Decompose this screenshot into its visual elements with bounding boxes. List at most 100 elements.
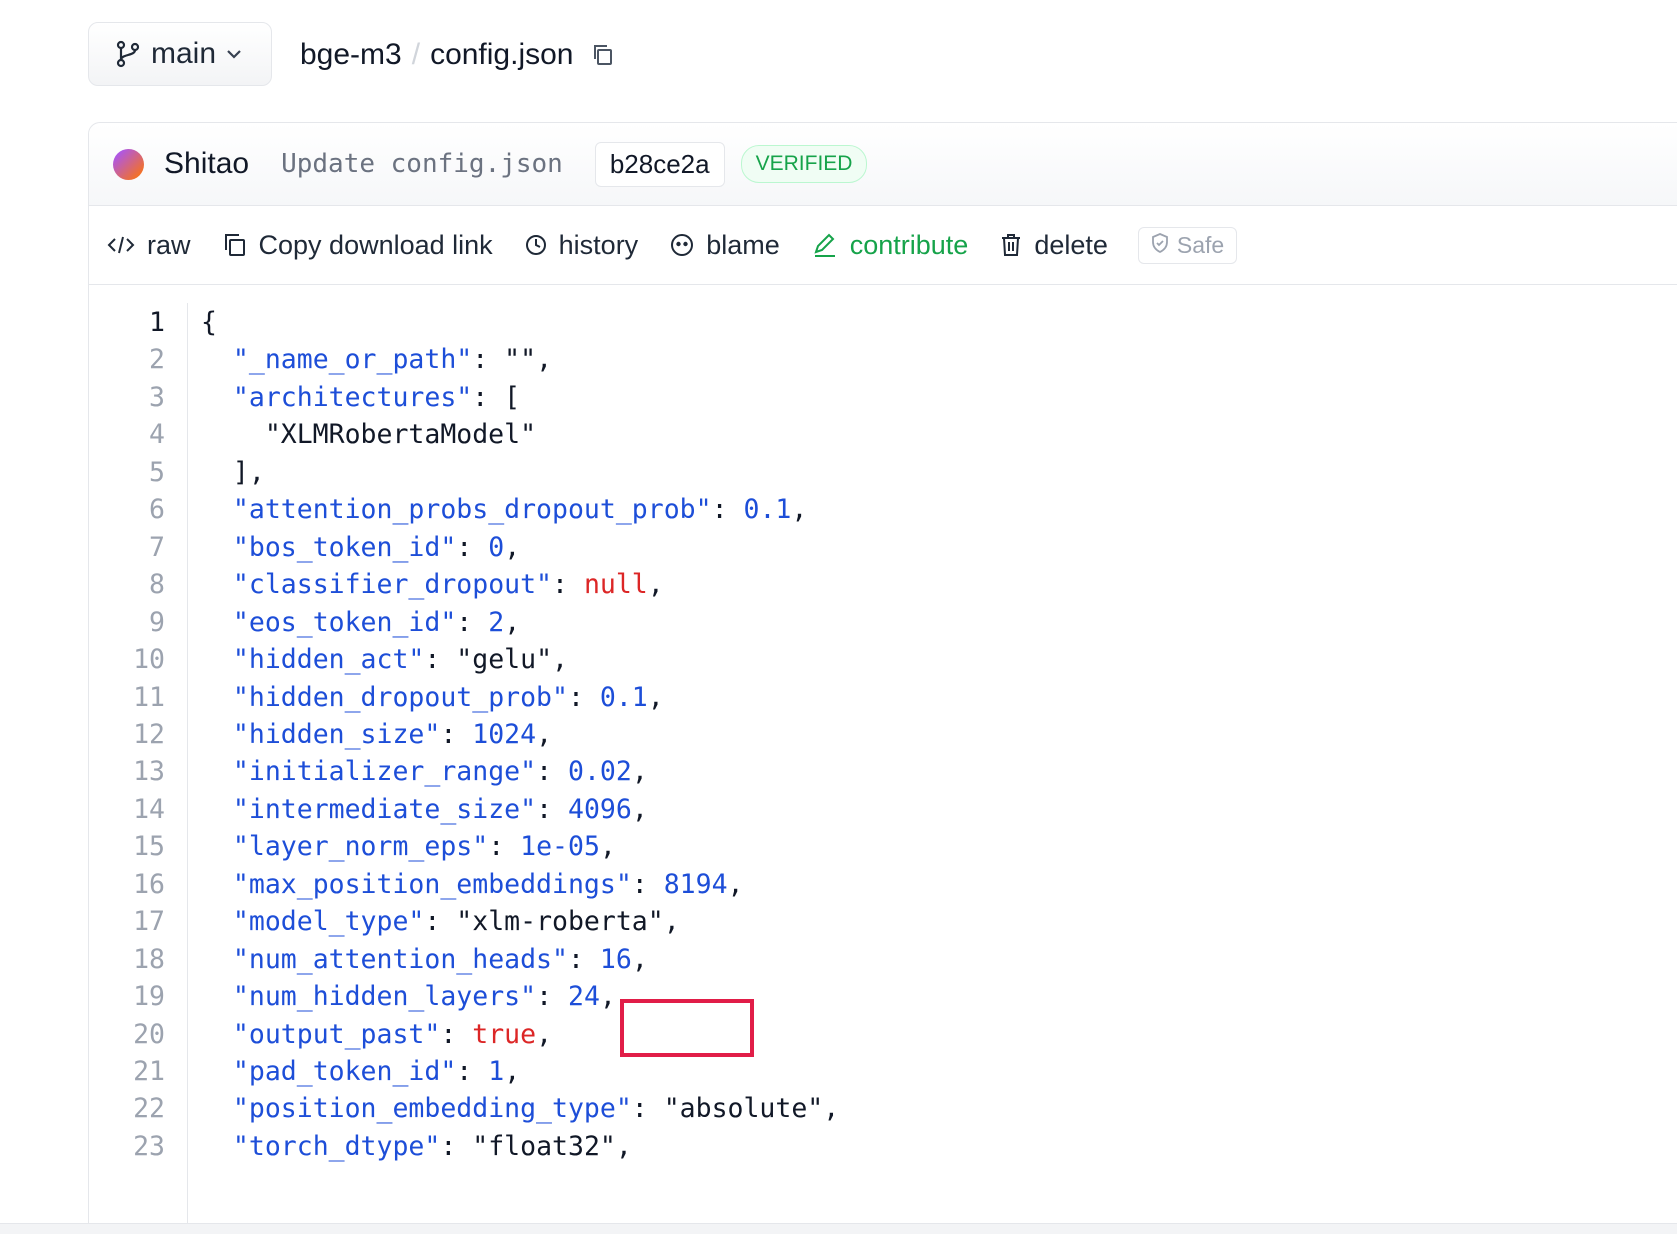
code-line: 15 "layer_norm_eps": 1e-05, — [89, 827, 1677, 867]
raw-button[interactable]: raw — [107, 230, 191, 261]
line-number[interactable]: 3 — [89, 378, 165, 418]
code-line: 1{ — [89, 303, 1677, 343]
code-text: "eos_token_id": 2, — [232, 606, 521, 638]
line-number[interactable]: 23 — [89, 1127, 165, 1167]
code-text: "bos_token_id": 0, — [232, 531, 521, 563]
code-line: 8 "classifier_dropout": null, — [89, 565, 1677, 605]
code-text: "pad_token_id": 1, — [232, 1056, 521, 1087]
copy-download-link-button[interactable]: Copy download link — [223, 230, 493, 261]
code-text: "initializer_range": 0.02, — [232, 756, 648, 788]
code-line: 17 "model_type": "xlm-roberta", — [89, 902, 1677, 942]
safe-badge[interactable]: Safe — [1137, 226, 1238, 264]
git-branch-icon — [115, 40, 141, 68]
blame-button[interactable]: blame — [670, 230, 780, 261]
line-number[interactable]: 8 — [89, 565, 165, 605]
commit-hash[interactable]: b28ce2a — [594, 141, 725, 187]
avatar[interactable] — [113, 148, 144, 180]
code-line: 10 "hidden_act": "gelu", — [89, 640, 1677, 680]
delete-button[interactable]: delete — [1000, 230, 1108, 261]
breadcrumb: bge-m3 / config.json — [300, 30, 614, 80]
raw-label: raw — [147, 229, 191, 260]
code-line: 16 "max_position_embeddings": 8194, — [89, 865, 1677, 905]
file-toolbar: raw Copy download link history blame con… — [89, 206, 1677, 285]
copy-icon[interactable] — [592, 43, 614, 67]
line-number[interactable]: 6 — [89, 490, 165, 530]
line-number[interactable]: 7 — [89, 528, 165, 568]
history-button[interactable]: history — [525, 229, 639, 261]
code-line: 21 "pad_token_id": 1, — [89, 1052, 1677, 1092]
code-line: 9 "eos_token_id": 2, — [89, 603, 1677, 643]
code-text: "classifier_dropout": null, — [232, 569, 664, 601]
code-text: "layer_norm_eps": 1e-05, — [232, 831, 616, 863]
code-text: "model_type": "xlm-roberta", — [232, 906, 680, 938]
line-number[interactable]: 19 — [89, 977, 165, 1017]
clock-icon — [525, 234, 547, 256]
line-number[interactable]: 13 — [89, 752, 165, 792]
breadcrumb-file: config.json — [430, 38, 574, 71]
chevron-down-icon — [226, 48, 242, 60]
code-line: 14 "intermediate_size": 4096, — [89, 790, 1677, 830]
code-line: 11 "hidden_dropout_prob": 0.1, — [89, 678, 1677, 718]
copy-download-link-label: Copy download link — [258, 229, 493, 260]
code-text: "XLMRobertaModel" — [201, 419, 537, 451]
code-text: "max_position_embeddings": 8194, — [232, 868, 744, 900]
line-number[interactable]: 14 — [89, 790, 165, 830]
verified-badge: VERIFIED — [740, 145, 868, 183]
line-number[interactable]: 17 — [89, 902, 165, 942]
bottom-scrollbar[interactable] — [0, 1223, 1677, 1234]
code-line: 6 "attention_probs_dropout_prob": 0.1, — [89, 490, 1677, 530]
code-line: 18 "num_attention_heads": 16, — [89, 940, 1677, 980]
code-text: "num_attention_heads": 16, — [232, 943, 648, 975]
code-text: "position_embedding_type": "absolute", — [232, 1093, 840, 1125]
code-text: "output_past": true, — [232, 1018, 553, 1050]
line-number[interactable]: 11 — [89, 678, 165, 718]
code-text: "architectures": [ — [232, 381, 521, 413]
line-number[interactable]: 21 — [89, 1052, 165, 1092]
line-number[interactable]: 1 — [89, 303, 165, 343]
code-line: 5 ], — [89, 453, 1677, 493]
code-line: 12 "hidden_size": 1024, — [89, 715, 1677, 755]
code-text: "torch_dtype": "float32", — [232, 1130, 632, 1162]
file-viewer-card: Shitao Update config.json b28ce2a VERIFI… — [88, 122, 1677, 1234]
code-line: 23 "torch_dtype": "float32", — [89, 1127, 1677, 1167]
code-viewer[interactable]: 1{2 "_name_or_path": "", 3 "architectures… — [89, 285, 1677, 1233]
line-number[interactable]: 2 — [89, 340, 165, 380]
code-line: 22 "position_embedding_type": "absolute"… — [89, 1089, 1677, 1129]
line-number[interactable]: 9 — [89, 603, 165, 643]
line-number[interactable]: 10 — [89, 640, 165, 680]
pencil-icon — [812, 232, 838, 258]
line-number[interactable]: 12 — [89, 715, 165, 755]
code-text: { — [201, 307, 217, 338]
code-text: "intermediate_size": 4096, — [232, 793, 648, 825]
history-label: history — [558, 229, 639, 260]
code-line: 13 "initializer_range": 0.02, — [89, 752, 1677, 792]
delete-label: delete — [1034, 229, 1108, 260]
copy-icon — [223, 232, 247, 258]
last-commit-bar: Shitao Update config.json b28ce2a VERIFI… — [89, 123, 1677, 206]
branch-name: main — [151, 37, 217, 70]
code-text: "hidden_dropout_prob": 0.1, — [232, 681, 664, 713]
code-line: 19 "num_hidden_layers": 24, — [89, 977, 1677, 1017]
line-number[interactable]: 5 — [89, 453, 165, 493]
code-icon — [107, 235, 135, 255]
line-number[interactable]: 20 — [89, 1015, 165, 1055]
line-number[interactable]: 22 — [89, 1089, 165, 1129]
code-line: 20 "output_past": true, — [89, 1015, 1677, 1055]
contribute-button[interactable]: contribute — [812, 229, 969, 261]
line-number[interactable]: 18 — [89, 940, 165, 980]
safe-label: Safe — [1176, 231, 1225, 258]
code-text: "num_hidden_layers": 24, — [232, 981, 616, 1013]
commit-message[interactable]: Update config.json — [281, 149, 563, 179]
branch-selector[interactable]: main — [88, 22, 272, 86]
code-text: "attention_probs_dropout_prob": 0.1, — [232, 494, 808, 526]
code-text: "hidden_act": "gelu", — [232, 644, 568, 676]
breadcrumb-separator: / — [411, 38, 421, 71]
highlight-box — [620, 999, 754, 1057]
line-number[interactable]: 15 — [89, 827, 165, 867]
line-number[interactable]: 16 — [89, 865, 165, 905]
commit-author[interactable]: Shitao — [164, 147, 249, 181]
line-number[interactable]: 4 — [89, 415, 165, 455]
breadcrumb-repo[interactable]: bge-m3 — [300, 38, 402, 72]
blame-label: blame — [706, 229, 780, 260]
contribute-label: contribute — [849, 229, 969, 260]
